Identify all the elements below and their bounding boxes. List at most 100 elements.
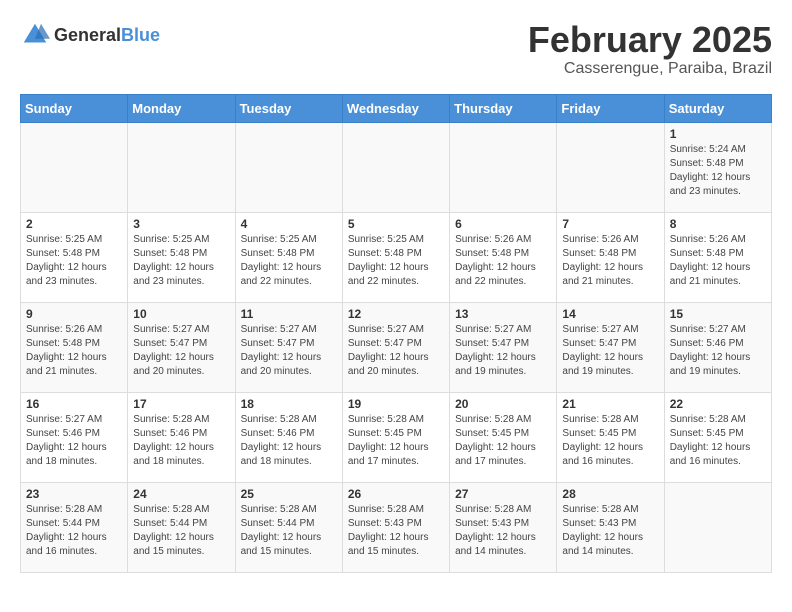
day-number: 22 [670,397,766,411]
calendar-cell: 22 Sunrise: 5:28 AM Sunset: 5:45 PM Dayli… [664,392,771,482]
day-info: Sunrise: 5:28 AM Sunset: 5:44 PM Dayligh… [26,503,122,559]
day-info: Sunrise: 5:25 AM Sunset: 5:48 PM Dayligh… [241,233,337,289]
day-info: Sunrise: 5:28 AM Sunset: 5:44 PM Dayligh… [241,503,337,559]
calendar-week-2: 2 Sunrise: 5:25 AM Sunset: 5:48 PM Daylig… [21,212,772,302]
calendar-cell: 1 Sunrise: 5:24 AM Sunset: 5:48 PM Daylig… [664,122,771,212]
calendar-cell [342,122,449,212]
logo: GeneralBlue [20,20,160,50]
col-sunday: Sunday [21,94,128,122]
calendar-cell: 13Sunrise: 5:27 AM Sunset: 5:47 PM Dayli… [450,302,557,392]
day-info: Sunrise: 5:27 AM Sunset: 5:46 PM Dayligh… [26,413,122,469]
day-info: Sunrise: 5:25 AM Sunset: 5:48 PM Dayligh… [26,233,122,289]
day-number: 15 [670,307,766,321]
day-number: 13 [455,307,551,321]
calendar-cell: 2 Sunrise: 5:25 AM Sunset: 5:48 PM Daylig… [21,212,128,302]
page-header: GeneralBlue February 2025 Casserengue, P… [20,20,772,78]
day-info: Sunrise: 5:27 AM Sunset: 5:47 PM Dayligh… [348,323,444,379]
header-row: Sunday Monday Tuesday Wednesday Thursday… [21,94,772,122]
calendar-cell: 3 Sunrise: 5:25 AM Sunset: 5:48 PM Daylig… [128,212,235,302]
day-info: Sunrise: 5:24 AM Sunset: 5:48 PM Dayligh… [670,143,766,199]
day-number: 12 [348,307,444,321]
col-friday: Friday [557,94,664,122]
calendar-cell: 23 Sunrise: 5:28 AM Sunset: 5:44 PM Dayli… [21,482,128,572]
calendar-cell: 5 Sunrise: 5:25 AM Sunset: 5:48 PM Daylig… [342,212,449,302]
calendar-cell: 6 Sunrise: 5:26 AM Sunset: 5:48 PM Daylig… [450,212,557,302]
logo-blue-text: Blue [121,25,160,45]
calendar-week-3: 9Sunrise: 5:26 AM Sunset: 5:48 PM Daylig… [21,302,772,392]
col-monday: Monday [128,94,235,122]
calendar-body: 1 Sunrise: 5:24 AM Sunset: 5:48 PM Daylig… [21,122,772,572]
day-info: Sunrise: 5:28 AM Sunset: 5:45 PM Dayligh… [670,413,766,469]
calendar-cell [235,122,342,212]
calendar-cell [664,482,771,572]
day-number: 24 [133,487,229,501]
day-number: 17 [133,397,229,411]
title-area: February 2025 Casserengue, Paraiba, Braz… [528,20,772,78]
day-info: Sunrise: 5:25 AM Sunset: 5:48 PM Dayligh… [133,233,229,289]
calendar-cell: 8Sunrise: 5:26 AM Sunset: 5:48 PM Daylig… [664,212,771,302]
calendar-cell [21,122,128,212]
calendar-cell: 19Sunrise: 5:28 AM Sunset: 5:45 PM Dayli… [342,392,449,482]
day-number: 27 [455,487,551,501]
calendar-cell: 25 Sunrise: 5:28 AM Sunset: 5:44 PM Dayli… [235,482,342,572]
logo-general-text: General [54,25,121,45]
day-number: 6 [455,217,551,231]
day-number: 20 [455,397,551,411]
day-info: Sunrise: 5:28 AM Sunset: 5:46 PM Dayligh… [241,413,337,469]
calendar-cell: 17 Sunrise: 5:28 AM Sunset: 5:46 PM Dayli… [128,392,235,482]
day-number: 26 [348,487,444,501]
calendar-cell [450,122,557,212]
day-info: Sunrise: 5:28 AM Sunset: 5:44 PM Dayligh… [133,503,229,559]
day-info: Sunrise: 5:28 AM Sunset: 5:45 PM Dayligh… [348,413,444,469]
day-info: Sunrise: 5:27 AM Sunset: 5:46 PM Dayligh… [670,323,766,379]
subtitle: Casserengue, Paraiba, Brazil [528,60,772,78]
logo-icon [20,20,50,50]
day-info: Sunrise: 5:28 AM Sunset: 5:43 PM Dayligh… [348,503,444,559]
day-number: 28 [562,487,658,501]
calendar-cell: 21Sunrise: 5:28 AM Sunset: 5:45 PM Dayli… [557,392,664,482]
day-number: 11 [241,307,337,321]
day-info: Sunrise: 5:28 AM Sunset: 5:46 PM Dayligh… [133,413,229,469]
calendar-cell: 26 Sunrise: 5:28 AM Sunset: 5:43 PM Dayli… [342,482,449,572]
day-info: Sunrise: 5:26 AM Sunset: 5:48 PM Dayligh… [455,233,551,289]
day-number: 25 [241,487,337,501]
calendar-cell [557,122,664,212]
day-number: 4 [241,217,337,231]
day-info: Sunrise: 5:28 AM Sunset: 5:45 PM Dayligh… [455,413,551,469]
col-wednesday: Wednesday [342,94,449,122]
calendar-cell: 4 Sunrise: 5:25 AM Sunset: 5:48 PM Daylig… [235,212,342,302]
day-number: 18 [241,397,337,411]
day-info: Sunrise: 5:26 AM Sunset: 5:48 PM Dayligh… [562,233,658,289]
calendar-cell: 27 Sunrise: 5:28 AM Sunset: 5:43 PM Dayli… [450,482,557,572]
day-number: 16 [26,397,122,411]
calendar-cell: 20 Sunrise: 5:28 AM Sunset: 5:45 PM Dayli… [450,392,557,482]
calendar-week-4: 16 Sunrise: 5:27 AM Sunset: 5:46 PM Dayli… [21,392,772,482]
calendar-cell: 7 Sunrise: 5:26 AM Sunset: 5:48 PM Daylig… [557,212,664,302]
day-info: Sunrise: 5:27 AM Sunset: 5:47 PM Dayligh… [241,323,337,379]
day-info: Sunrise: 5:28 AM Sunset: 5:43 PM Dayligh… [562,503,658,559]
day-info: Sunrise: 5:25 AM Sunset: 5:48 PM Dayligh… [348,233,444,289]
day-number: 1 [670,127,766,141]
calendar-cell: 12 Sunrise: 5:27 AM Sunset: 5:47 PM Dayli… [342,302,449,392]
calendar-cell: 16 Sunrise: 5:27 AM Sunset: 5:46 PM Dayli… [21,392,128,482]
calendar-table: Sunday Monday Tuesday Wednesday Thursday… [20,94,772,573]
day-number: 5 [348,217,444,231]
day-number: 14 [562,307,658,321]
day-number: 10 [133,307,229,321]
day-number: 7 [562,217,658,231]
day-info: Sunrise: 5:28 AM Sunset: 5:43 PM Dayligh… [455,503,551,559]
day-number: 9 [26,307,122,321]
calendar-cell: 14 Sunrise: 5:27 AM Sunset: 5:47 PM Dayli… [557,302,664,392]
col-thursday: Thursday [450,94,557,122]
day-number: 23 [26,487,122,501]
main-title: February 2025 [528,20,772,60]
day-number: 2 [26,217,122,231]
calendar-week-5: 23 Sunrise: 5:28 AM Sunset: 5:44 PM Dayli… [21,482,772,572]
calendar-cell: 18 Sunrise: 5:28 AM Sunset: 5:46 PM Dayli… [235,392,342,482]
calendar-header: Sunday Monday Tuesday Wednesday Thursday… [21,94,772,122]
day-info: Sunrise: 5:27 AM Sunset: 5:47 PM Dayligh… [562,323,658,379]
calendar-cell: 9Sunrise: 5:26 AM Sunset: 5:48 PM Daylig… [21,302,128,392]
day-number: 3 [133,217,229,231]
calendar-cell: 15 Sunrise: 5:27 AM Sunset: 5:46 PM Dayli… [664,302,771,392]
calendar-cell [128,122,235,212]
